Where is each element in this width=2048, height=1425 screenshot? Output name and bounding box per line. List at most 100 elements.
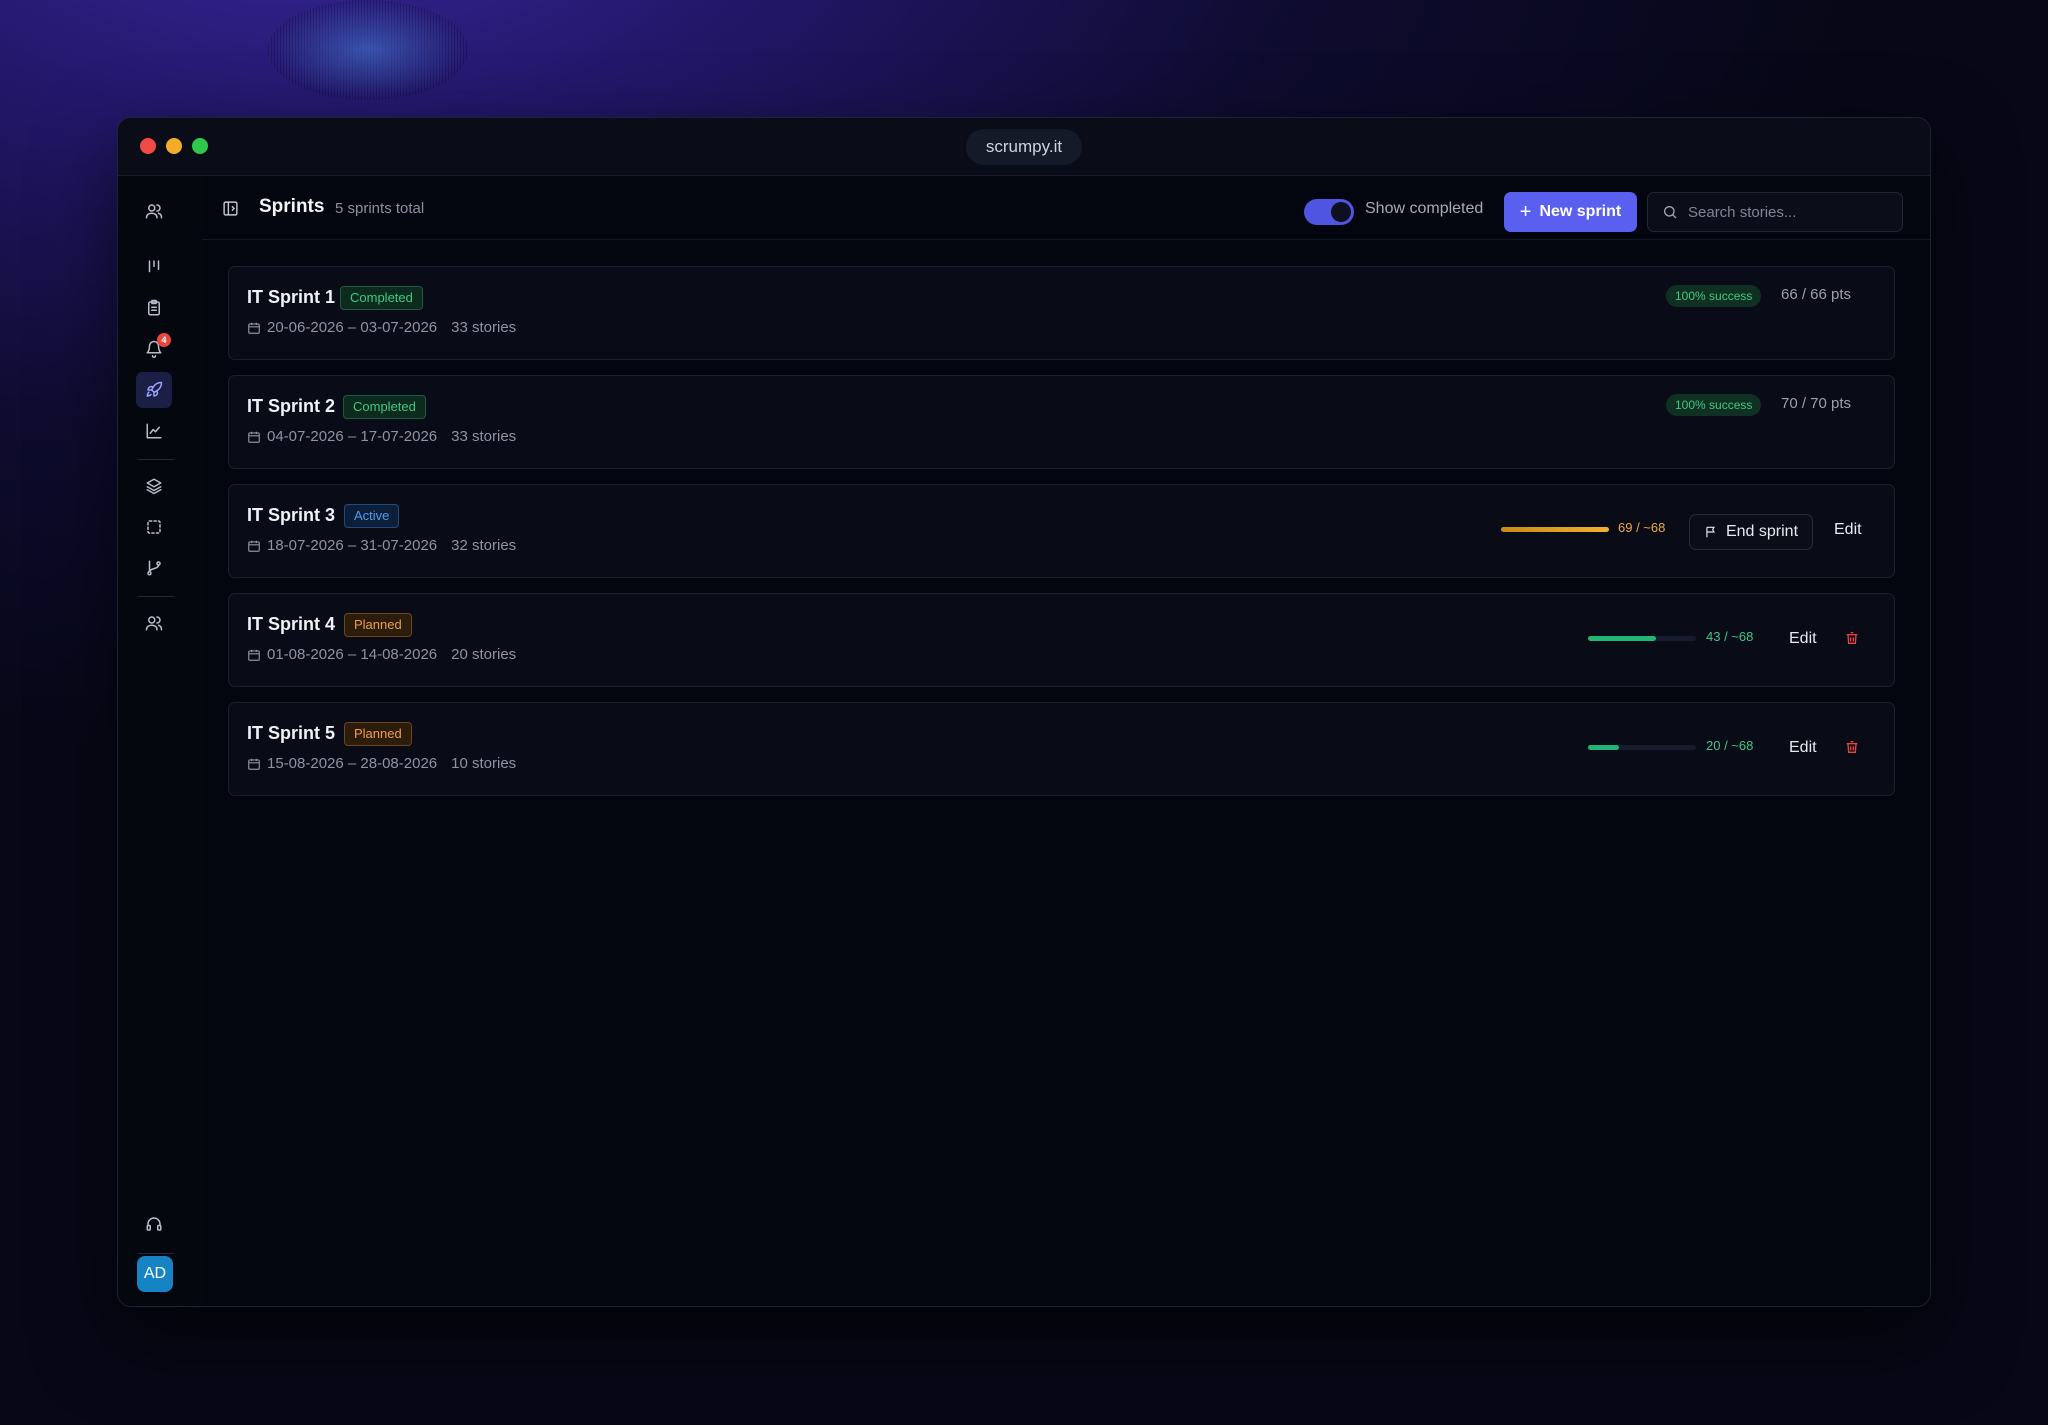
search-icon [1664,206,1677,219]
edit-button[interactable]: Edit [1789,739,1817,757]
end-sprint-label: End sprint [1725,523,1799,540]
minimize-window-button[interactable] [166,138,182,154]
sidebar-item-notifications[interactable]: 4 [136,331,172,367]
capacity-bar-fill [1501,527,1609,532]
sidebar-item-reports[interactable] [136,413,172,449]
headset-icon [146,1217,162,1231]
sprint-title: IT Sprint 4 [247,614,336,634]
story-count: 10 stories [451,755,517,772]
sidebar-divider [138,459,174,460]
maximize-window-button[interactable] [192,138,208,154]
sidebar-divider [138,1253,174,1254]
status-badge: Completed [340,286,423,310]
users-icon [145,616,163,631]
sprint-title: IT Sprint 5 [247,723,336,743]
search-input[interactable] [1688,203,1888,221]
sprint-title: IT Sprint 2 [247,396,336,416]
sprint-dates: 18-07-2026 – 31-07-2026 [267,537,438,554]
capacity-label: 43 / ~68 [1706,629,1754,644]
kanban-icon [148,260,160,273]
sprint-card[interactable]: IT Sprint 2 Completed 04-07-2026 – 17-07… [228,375,1895,469]
trash-icon [1846,632,1858,644]
story-count: 33 stories [451,319,517,336]
capacity-label: 69 / ~68 [1618,520,1666,535]
edit-button[interactable]: Edit [1834,521,1862,539]
sprint-title: IT Sprint 1 [247,287,336,307]
new-sprint-button[interactable]: + New sprint [1504,192,1637,232]
sidebar-item-backlog[interactable] [136,290,172,326]
sprint-meta: 20-06-2026 – 03-07-2026 33 stories [247,319,516,336]
dashed-square-icon [147,520,161,534]
sprint-list: IT Sprint 1 Completed 20-06-2026 – 03-07… [228,266,1895,811]
search-box[interactable] [1647,192,1903,232]
calendar-icon [248,758,260,770]
status-badge: Active [344,504,400,528]
clipboard-icon [148,299,160,316]
git-branch-icon [147,560,161,576]
calendar-icon [248,322,260,334]
sprint-meta: 15-08-2026 – 28-08-2026 10 stories [247,755,516,772]
status-badge: Planned [344,722,412,746]
calendar-icon [248,649,260,661]
title-bar: scrumpy.it [118,118,1930,176]
sprint-card[interactable]: IT Sprint 5 Planned 15-08-2026 – 28-08-2… [228,702,1895,796]
plus-icon: + [1519,201,1532,223]
flag-icon [1706,526,1715,538]
url-bar[interactable]: scrumpy.it [965,129,1083,165]
sidebar-item-members[interactable] [136,605,172,641]
delete-button[interactable] [1844,739,1862,757]
sidebar-item-team[interactable] [136,193,172,229]
edit-button[interactable]: Edit [1789,630,1817,648]
show-completed-label: Show completed [1365,200,1484,217]
close-window-button[interactable] [140,138,156,154]
capacity-label: 20 / ~68 [1706,738,1754,753]
page-title: Sprints [259,196,325,217]
story-count: 20 stories [451,646,517,663]
sprint-card[interactable]: IT Sprint 1 Completed 20-06-2026 – 03-07… [228,266,1895,360]
sidebar-panel-icon [223,201,238,216]
points-label: 70 / 70 pts [1781,395,1852,412]
page-header: Sprints 5 sprints total Show completed +… [202,176,1930,240]
layers-icon [146,478,162,495]
sidebar-item-support[interactable] [136,1206,172,1242]
sprint-meta: 01-08-2026 – 14-08-2026 20 stories [247,646,516,663]
window-controls [140,138,208,154]
main-content: Sprints 5 sprints total Show completed +… [202,176,1930,1306]
status-badge: Completed [343,395,426,419]
sprint-card[interactable]: IT Sprint 3 Active 18-07-2026 – 31-07-20… [228,484,1895,578]
sidebar-item-selection[interactable] [136,509,172,545]
user-avatar[interactable]: AD [137,1256,173,1292]
sprint-meta: 18-07-2026 – 31-07-2026 32 stories [247,537,516,554]
success-badge: 100% success [1666,285,1762,307]
sidebar-item-layers[interactable] [136,468,172,504]
sprint-title: IT Sprint 3 [247,505,336,525]
capacity-bar [1501,527,1609,532]
sprint-meta: 04-07-2026 – 17-07-2026 33 stories [247,428,516,445]
show-completed-toggle[interactable] [1304,199,1354,225]
sidebar-item-git[interactable] [136,550,172,586]
success-badge: 100% success [1666,394,1762,416]
status-badge: Planned [344,613,412,637]
sprint-dates: 01-08-2026 – 14-08-2026 [267,646,438,663]
chart-line-icon [146,423,162,439]
sidebar-item-board[interactable] [136,249,172,285]
rocket-icon [146,381,163,397]
users-icon [145,204,163,219]
sidebar: 4 AD [118,176,202,1306]
sprint-count: 5 sprints total [335,200,425,217]
delete-button[interactable] [1844,630,1862,648]
capacity-bar [1588,745,1696,750]
panel-toggle-button[interactable] [222,200,239,222]
sprint-card[interactable]: IT Sprint 4 Planned 01-08-2026 – 14-08-2… [228,593,1895,687]
sidebar-item-sprints[interactable] [136,372,172,408]
story-count: 32 stories [451,537,517,554]
app-window: scrumpy.it 4 AD Sprints 5 sprints total … [117,117,1931,1307]
end-sprint-button[interactable]: End sprint [1689,514,1813,550]
sidebar-divider [138,596,174,597]
sprint-dates: 04-07-2026 – 17-07-2026 [267,428,438,445]
sprint-dates: 15-08-2026 – 28-08-2026 [267,755,438,772]
calendar-icon [248,540,260,552]
capacity-bar-fill [1588,745,1620,750]
new-sprint-label: New sprint [1539,203,1622,220]
notification-badge: 4 [157,333,171,347]
